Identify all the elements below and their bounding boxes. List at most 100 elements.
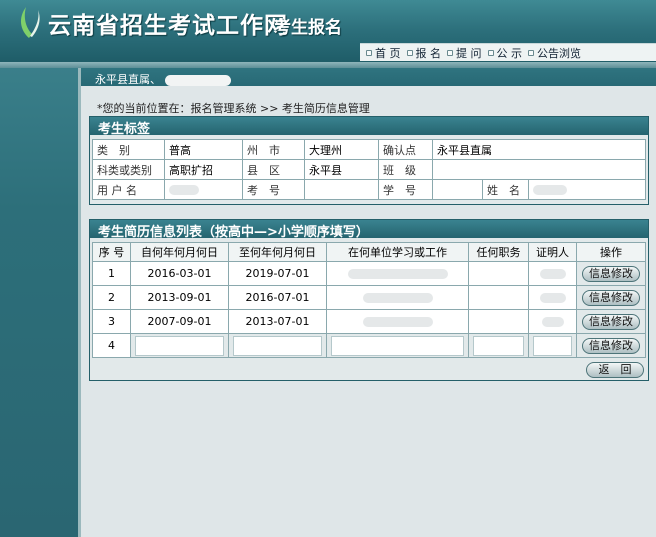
row-position bbox=[468, 285, 529, 310]
col-witness: 证明人 bbox=[528, 242, 577, 262]
site-title: 云南省招生考试工作网 bbox=[48, 13, 288, 39]
table-row: 4 信息修改 bbox=[92, 333, 646, 358]
value-confirm-point: 永平县直属 bbox=[432, 139, 646, 160]
row-from-date: 2007-09-01 bbox=[130, 309, 229, 334]
nav-home[interactable]: 首 页 bbox=[375, 45, 401, 61]
from-date-input[interactable] bbox=[135, 335, 224, 356]
row-position bbox=[468, 261, 529, 286]
value-exam-number bbox=[304, 179, 379, 200]
row-action: 信息修改 bbox=[576, 309, 646, 334]
table-row: 1 2016-03-01 2019-07-01 信息修改 bbox=[92, 261, 646, 286]
unit-input[interactable] bbox=[331, 335, 464, 356]
row-action: 信息修改 bbox=[576, 261, 646, 286]
top-nav: 首 页 报 名 提 问 公 示 公告浏览 bbox=[360, 43, 656, 61]
label-class: 班 级 bbox=[378, 159, 433, 180]
row-from-date bbox=[130, 333, 229, 358]
value-class bbox=[432, 159, 646, 180]
label-exam-number: 考 号 bbox=[242, 179, 305, 200]
row-number: 2 bbox=[92, 285, 131, 310]
value-prefecture: 大理州 bbox=[304, 139, 379, 160]
to-date-input[interactable] bbox=[233, 335, 322, 356]
row-to-date: 2019-07-01 bbox=[228, 261, 327, 286]
history-panel: 考生简历信息列表（按高中—>小学顺序填写） 序 号 自何年何月何日 至何年何月何… bbox=[89, 219, 649, 381]
nav-publicity[interactable]: 公 示 bbox=[497, 45, 523, 61]
value-subject-type: 高职扩招 bbox=[164, 159, 243, 180]
row-to-date: 2016-07-01 bbox=[228, 285, 327, 310]
site-header: 云南省招生考试工作网 考生报名 首 页 报 名 提 问 公 示 公告浏览 bbox=[0, 0, 656, 68]
position-input[interactable] bbox=[473, 335, 524, 356]
nav-bullet-icon bbox=[487, 49, 494, 56]
row-unit bbox=[326, 309, 469, 334]
candidate-panel-title: 考生标签 bbox=[90, 117, 648, 137]
row-to-date: 2013-07-01 bbox=[228, 309, 327, 334]
nav-bullet-icon bbox=[406, 49, 413, 56]
redacted-value bbox=[539, 269, 566, 279]
redacted-username bbox=[165, 74, 231, 86]
label-confirm-point: 确认点 bbox=[378, 139, 433, 160]
table-header-row: 序 号 自何年何月何日 至何年何月何日 在何单位学习或工作 任何职务 证明人 操… bbox=[92, 242, 646, 262]
history-panel-title: 考生简历信息列表（按高中—>小学顺序填写） bbox=[90, 220, 648, 240]
row-unit bbox=[326, 333, 469, 358]
table-row: 科类或类别 高职扩招 县 区 永平县 班 级 bbox=[92, 159, 646, 180]
witness-input[interactable] bbox=[533, 335, 572, 356]
row-witness bbox=[528, 261, 577, 286]
label-prefecture: 州 市 bbox=[242, 139, 305, 160]
label-category: 类 别 bbox=[92, 139, 165, 160]
row-action: 信息修改 bbox=[576, 333, 646, 358]
edit-info-button[interactable]: 信息修改 bbox=[582, 313, 640, 330]
nav-register[interactable]: 报 名 bbox=[416, 45, 442, 61]
row-position bbox=[468, 309, 529, 334]
candidate-panel: 考生标签 类 别 普高 州 市 大理州 确认点 永平县直属 科类或类别 高职扩招… bbox=[89, 116, 649, 205]
redacted-value bbox=[347, 269, 448, 279]
nav-ask[interactable]: 提 问 bbox=[456, 45, 482, 61]
edit-info-button[interactable]: 信息修改 bbox=[582, 265, 640, 282]
back-button[interactable]: 返 回 bbox=[586, 362, 644, 378]
label-name: 姓 名 bbox=[482, 179, 529, 200]
back-row: 返 回 bbox=[92, 358, 646, 380]
redacted-value bbox=[169, 185, 199, 195]
table-row: 用 户 名 考 号 学 号 姓 名 bbox=[92, 179, 646, 200]
row-number: 3 bbox=[92, 309, 131, 334]
col-from-date: 自何年何月何日 bbox=[130, 242, 229, 262]
row-witness bbox=[528, 309, 577, 334]
redacted-value bbox=[533, 185, 567, 195]
label-student-number: 学 号 bbox=[378, 179, 433, 200]
redacted-value bbox=[539, 293, 566, 303]
nav-announcements[interactable]: 公告浏览 bbox=[537, 45, 581, 61]
history-table: 序 号 自何年何月何日 至何年何月何日 在何单位学习或工作 任何职务 证明人 操… bbox=[92, 242, 646, 358]
main-content: 永平县直属、 *您的当前位置在：报名管理系统 >> 考生简历信息管理 考生标签 … bbox=[81, 68, 656, 537]
row-number: 1 bbox=[92, 261, 131, 286]
value-category: 普高 bbox=[164, 139, 243, 160]
breadcrumb: *您的当前位置在：报名管理系统 >> 考生简历信息管理 bbox=[97, 102, 370, 115]
page-subtitle: 考生报名 bbox=[274, 18, 342, 38]
row-position bbox=[468, 333, 529, 358]
nav-bullet-icon bbox=[447, 49, 453, 56]
row-from-date: 2013-09-01 bbox=[130, 285, 229, 310]
row-unit bbox=[326, 261, 469, 286]
label-username: 用 户 名 bbox=[92, 179, 165, 200]
row-to-date bbox=[228, 333, 327, 358]
redacted-value bbox=[362, 293, 433, 303]
table-row: 3 2007-09-01 2013-07-01 信息修改 bbox=[92, 309, 646, 334]
row-witness bbox=[528, 285, 577, 310]
value-name bbox=[528, 179, 646, 200]
col-unit: 在何单位学习或工作 bbox=[326, 242, 469, 262]
label-subject-type: 科类或类别 bbox=[92, 159, 165, 180]
col-no: 序 号 bbox=[92, 242, 131, 262]
col-action: 操作 bbox=[576, 242, 646, 262]
row-action: 信息修改 bbox=[576, 285, 646, 310]
user-bar: 永平县直属、 bbox=[81, 68, 656, 86]
col-position: 任何职务 bbox=[468, 242, 529, 262]
redacted-value bbox=[362, 317, 433, 327]
col-to-date: 至何年何月何日 bbox=[228, 242, 327, 262]
table-row: 2 2013-09-01 2016-07-01 信息修改 bbox=[92, 285, 646, 310]
value-county: 永平县 bbox=[304, 159, 379, 180]
edit-info-button[interactable]: 信息修改 bbox=[582, 337, 640, 354]
value-student-number bbox=[432, 179, 483, 200]
logo-leaf-icon bbox=[20, 7, 40, 38]
nav-bullet-icon bbox=[528, 49, 534, 56]
left-sidebar bbox=[0, 68, 78, 537]
edit-info-button[interactable]: 信息修改 bbox=[582, 289, 640, 306]
row-witness bbox=[528, 333, 577, 358]
nav-bullet-icon bbox=[366, 49, 372, 56]
